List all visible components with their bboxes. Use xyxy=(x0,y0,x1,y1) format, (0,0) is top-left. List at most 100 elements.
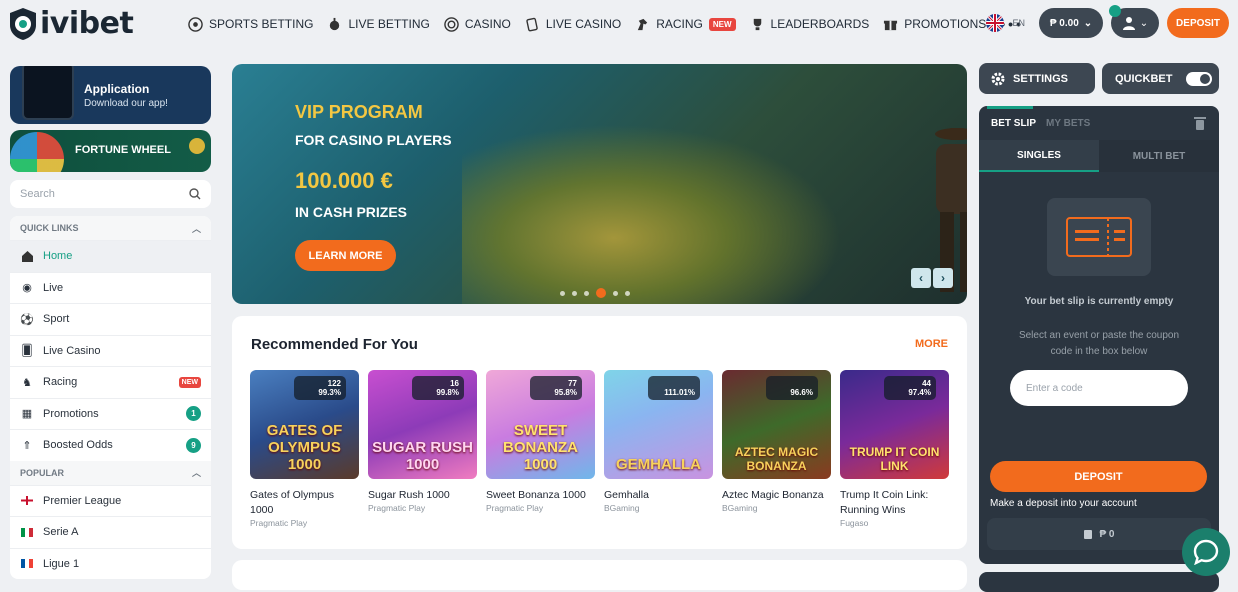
game-thumbnail[interactable]: 16 99.8% SUGAR RUSH 1000 xyxy=(368,370,477,479)
balance-value: ₱ 0.00 xyxy=(1049,17,1079,29)
game-card[interactable]: 111.01% GEMHALLA Gemhalla BGaming xyxy=(604,370,713,528)
game-card[interactable]: 122 99.3% GATES OF OLYMPUS 1000 Gates of … xyxy=(250,370,359,528)
nav-casino[interactable]: CASINO xyxy=(444,16,511,32)
bet-slip-deposit-button[interactable]: DEPOSIT xyxy=(990,461,1207,492)
horse-icon: ♞ xyxy=(22,376,32,389)
sidebar-item-label: Ligue 1 xyxy=(43,557,80,570)
more-link[interactable]: MORE xyxy=(915,338,948,350)
game-art-title: GATES OF OLYMPUS 1000 xyxy=(266,422,343,473)
banner-amount: 100.000 € xyxy=(295,168,393,193)
sidebar-item-premier-league[interactable]: Premier League xyxy=(10,484,211,517)
language-label[interactable]: EN xyxy=(1012,18,1025,28)
nav-live-betting[interactable]: LIVE BETTING xyxy=(327,17,430,32)
nav-live-casino[interactable]: LIVE CASINO xyxy=(525,17,621,32)
game-thumbnail[interactable]: 122 99.3% GATES OF OLYMPUS 1000 xyxy=(250,370,359,479)
nav-leaderboards[interactable]: LEADERBOARDS xyxy=(750,17,869,32)
balance-dropdown[interactable]: ₱ 0.00 ⌄ xyxy=(1039,8,1103,38)
notification-bell-icon[interactable] xyxy=(1109,5,1121,17)
toggle-switch[interactable] xyxy=(1186,71,1213,86)
quickbet-label: QUICKBET xyxy=(1115,72,1173,85)
sidebar-item-sport[interactable]: ⚽ Sport xyxy=(10,303,211,335)
chevron-down-icon: ⌄ xyxy=(1139,17,1149,29)
sidebar-item-label: Racing xyxy=(43,376,78,389)
carousel-dot-active[interactable] xyxy=(596,288,606,298)
sidebar-item-home[interactable]: Home xyxy=(10,240,211,272)
carousel-dot[interactable] xyxy=(560,290,565,296)
tab-multi-bet[interactable]: MULTI BET xyxy=(1099,140,1219,172)
game-name: Aztec Magic Bonanza xyxy=(722,489,824,501)
vip-banner[interactable]: VIP PROGRAM FOR CASINO PLAYERS 100.000 €… xyxy=(232,64,967,304)
game-provider: Fugaso xyxy=(840,518,869,528)
sidebar-item-live-casino[interactable]: 🂠 Live Casino xyxy=(10,334,211,367)
home-icon xyxy=(20,249,34,263)
count-badge: 9 xyxy=(186,437,201,453)
sidebar-item-promotions[interactable]: ▦ Promotions 1 xyxy=(10,397,211,430)
user-menu-button[interactable]: ⌄ xyxy=(1109,5,1159,38)
game-art-title: SUGAR RUSH 1000 xyxy=(372,439,473,473)
gift-icon: ▦ xyxy=(21,408,33,421)
chevron-right-icon[interactable]: › xyxy=(933,268,953,288)
fortune-wheel-banner[interactable]: FORTUNE WHEEL xyxy=(10,130,211,172)
count-badge: 1 xyxy=(186,406,201,422)
carousel-dot[interactable] xyxy=(572,290,577,296)
shield-logo-icon xyxy=(10,7,36,40)
nav-promotions[interactable]: PROMOTIONS xyxy=(883,17,986,32)
tab-bet-slip[interactable]: BET SLIP xyxy=(991,118,1036,129)
game-thumbnail[interactable]: 96.6% AZTEC MAGIC BONANZA xyxy=(722,370,831,479)
main-nav: SPORTS BETTING LIVE BETTING CASINO LIVE … xyxy=(188,16,1024,32)
tab-my-bets[interactable]: MY BETS xyxy=(1046,118,1090,129)
gift-icon xyxy=(884,20,898,30)
chevron-left-icon[interactable]: ‹ xyxy=(911,268,931,288)
bet-type-segments: SINGLES MULTI BET xyxy=(979,140,1219,172)
live-chat-button[interactable] xyxy=(1182,528,1230,576)
game-thumbnail[interactable]: 77 95.8% SWEET BONANZA 1000 xyxy=(486,370,595,479)
soccer-ball-icon: ⚽ xyxy=(20,313,34,326)
search-input[interactable]: Search xyxy=(10,180,211,208)
popular-header[interactable]: POPULAR ︿ xyxy=(10,460,211,485)
trash-icon[interactable] xyxy=(1194,116,1206,130)
carousel-dot[interactable] xyxy=(613,290,618,296)
logo-text: ivibet xyxy=(40,6,134,41)
nav-sports-betting[interactable]: SPORTS BETTING xyxy=(188,16,313,32)
game-card[interactable]: 16 99.8% SUGAR RUSH 1000 Sugar Rush 1000 … xyxy=(368,370,477,528)
search-icon[interactable] xyxy=(189,188,201,200)
game-card[interactable]: 77 95.8% SWEET BONANZA 1000 Sweet Bonanza… xyxy=(486,370,595,528)
carousel-pagination xyxy=(560,288,630,298)
game-card[interactable]: 44 97.4% TRUMP IT COIN LINK Trump It Coin… xyxy=(840,370,949,528)
banner-subtitle: FOR CASINO PLAYERS xyxy=(295,132,452,148)
game-provider: Pragmatic Play xyxy=(486,503,544,513)
carousel-dot[interactable] xyxy=(584,290,589,296)
uk-flag-icon[interactable] xyxy=(986,14,1005,32)
logo[interactable]: ivibet xyxy=(8,6,134,41)
sidebar-item-racing[interactable]: ♞ Racing NEW xyxy=(10,366,211,398)
sidebar-item-live[interactable]: ◉ Live xyxy=(10,271,211,304)
settings-button[interactable]: SETTINGS xyxy=(979,63,1095,94)
quick-links-header[interactable]: QUICK LINKS ︿ xyxy=(10,216,211,240)
carousel-dot[interactable] xyxy=(625,290,630,296)
casino-chip-icon xyxy=(444,16,459,32)
sidebar-item-serie-a[interactable]: Serie A xyxy=(10,516,211,548)
sidebar-item-ligue-1[interactable]: Ligue 1 xyxy=(10,547,211,580)
chevron-up-icon: ︿ xyxy=(191,223,201,234)
learn-more-button[interactable]: LEARN MORE xyxy=(295,240,396,271)
header-actions: EN ₱ 0.00 ⌄ ⌄ DEPOSIT xyxy=(986,5,1229,38)
game-thumbnail[interactable]: 44 97.4% TRUMP IT COIN LINK xyxy=(840,370,949,479)
game-provider: BGaming xyxy=(604,503,640,513)
game-thumbnail[interactable]: 111.01% GEMHALLA xyxy=(604,370,713,479)
wheel-image xyxy=(10,132,64,172)
tab-singles[interactable]: SINGLES xyxy=(979,140,1099,172)
active-tab-indicator xyxy=(987,106,1033,109)
top-header: ivibet SPORTS BETTING LIVE BETTING CASIN… xyxy=(0,0,1238,50)
sidebar-item-boosted-odds[interactable]: ⇑ Boosted Odds 9 xyxy=(10,429,211,461)
nav-label: RACING xyxy=(656,17,703,31)
quickbet-toggle[interactable]: QUICKBET xyxy=(1102,63,1219,94)
app-download-banner[interactable]: Application Download our app! xyxy=(10,66,211,124)
nav-racing[interactable]: RACING NEW xyxy=(635,17,736,32)
coupon-code-input[interactable]: Enter a code xyxy=(1010,370,1188,406)
bell-icon xyxy=(189,138,205,154)
chat-bubble-icon xyxy=(1193,539,1219,565)
game-card[interactable]: 96.6% AZTEC MAGIC BONANZA Aztec Magic Bo… xyxy=(722,370,831,528)
header-deposit-button[interactable]: DEPOSIT xyxy=(1167,8,1229,38)
sidebar-item-label: Serie A xyxy=(43,526,79,539)
settings-label: SETTINGS xyxy=(1013,72,1069,85)
